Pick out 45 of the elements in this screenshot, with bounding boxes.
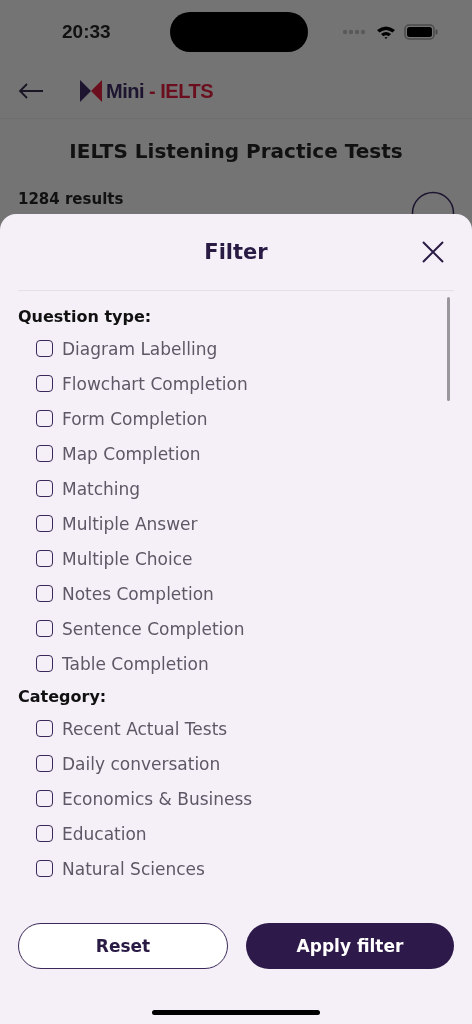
checkbox[interactable] xyxy=(36,655,53,672)
wifi-icon xyxy=(376,24,396,40)
filter-option[interactable]: Multiple Answer xyxy=(18,506,454,541)
logo-text: Mini - IELTS xyxy=(106,79,213,103)
logo-mark-icon xyxy=(80,80,102,102)
checkbox[interactable] xyxy=(36,550,53,567)
checkbox[interactable] xyxy=(36,860,53,877)
checkbox[interactable] xyxy=(36,410,53,427)
checkbox[interactable] xyxy=(36,720,53,737)
filter-option[interactable]: Flowchart Completion xyxy=(18,366,454,401)
apply-button[interactable]: Apply filter xyxy=(246,923,454,969)
sheet-title: Filter xyxy=(204,240,268,264)
filter-option[interactable]: Daily conversation xyxy=(18,746,454,781)
filter-option[interactable]: Form Completion xyxy=(18,401,454,436)
filter-option[interactable]: Education xyxy=(18,816,454,851)
filter-option[interactable]: Diagram Labelling xyxy=(18,331,454,366)
checkbox[interactable] xyxy=(36,375,53,392)
close-icon[interactable] xyxy=(422,241,444,263)
checkbox[interactable] xyxy=(36,445,53,462)
page-title: IELTS Listening Practice Tests xyxy=(68,139,404,163)
checkbox[interactable] xyxy=(36,480,53,497)
filter-option[interactable]: Sentence Completion xyxy=(18,611,454,646)
checkbox[interactable] xyxy=(36,515,53,532)
section-heading: Question type: xyxy=(18,307,153,328)
signal-icon xyxy=(342,29,366,35)
section-heading: Category: xyxy=(18,687,108,708)
reset-button[interactable]: Reset xyxy=(18,923,228,969)
filter-option[interactable]: Economics & Business xyxy=(18,781,454,816)
results-count: 1284 results xyxy=(18,190,124,208)
filter-option[interactable]: Natural Sciences xyxy=(18,851,454,886)
checkbox[interactable] xyxy=(36,790,53,807)
filter-option[interactable]: Table Completion xyxy=(18,646,454,681)
checkbox[interactable] xyxy=(36,825,53,842)
checkbox[interactable] xyxy=(36,585,53,602)
filter-option[interactable]: Notes Completion xyxy=(18,576,454,611)
filter-option[interactable]: Map Completion xyxy=(18,436,454,471)
filter-option[interactable]: Recent Actual Tests xyxy=(18,711,454,746)
battery-icon xyxy=(404,24,438,40)
filter-option[interactable]: Multiple Choice xyxy=(18,541,454,576)
back-arrow-icon[interactable] xyxy=(18,83,44,99)
status-time: 20:33 xyxy=(62,21,112,43)
checkbox[interactable] xyxy=(36,755,53,772)
filter-option[interactable]: Matching xyxy=(18,471,454,506)
checkbox[interactable] xyxy=(36,340,53,357)
checkbox[interactable] xyxy=(36,620,53,637)
